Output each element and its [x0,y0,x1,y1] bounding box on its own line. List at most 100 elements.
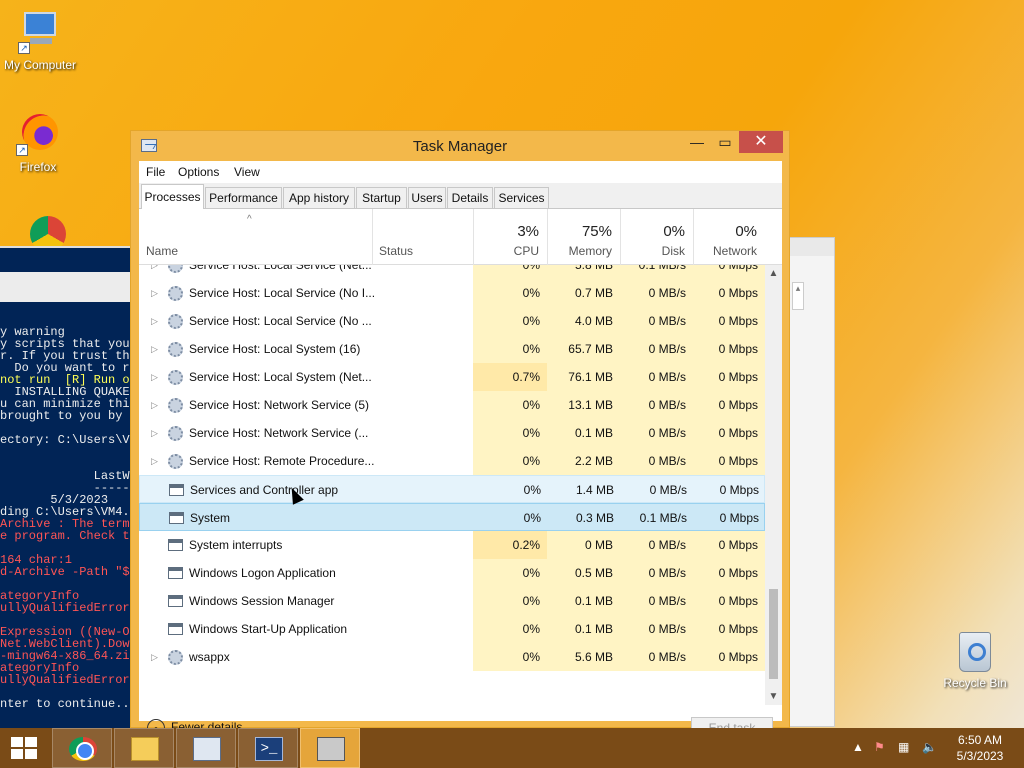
process-cpu: 0% [473,447,547,475]
process-cpu: 0.2% [473,531,547,559]
process-name: System [190,511,231,525]
process-row[interactable]: ▷ Service Host: Local Service (No ... 0% 4.… [139,307,765,335]
expand-chevron-icon[interactable]: ▷ [151,265,158,279]
scrollbar-thumb[interactable] [769,589,778,679]
process-network: 0 Mbps [693,307,765,335]
process-disk: 0 MB/s [620,615,693,643]
close-button[interactable]: ✕ [739,131,783,153]
tab-services[interactable]: Services [494,187,549,209]
menu-bar: File Options View [139,161,782,183]
expand-chevron-icon[interactable]: ▷ [151,391,158,419]
column-disk[interactable]: 0% Disk [620,209,693,265]
show-hidden-icons-icon[interactable]: ▲ [852,740,864,754]
column-name[interactable]: ^ Name [139,209,372,265]
process-row[interactable]: Windows Session Manager 0% 0.1 MB 0 MB/s 0 M… [139,587,765,615]
expand-chevron-icon[interactable]: ▷ [151,643,158,671]
menu-view[interactable]: View [234,165,260,179]
task-manager-window[interactable]: Task Manager — ▭ ✕ File Options View Pro… [130,130,790,739]
process-cpu: 0% [473,391,547,419]
process-memory: 2.2 MB [547,447,620,475]
process-network: 0 Mbps [693,335,765,363]
process-disk: 0 MB/s [620,307,693,335]
console-titlebar[interactable] [0,272,132,302]
process-memory: 1.4 MB [575,483,614,497]
process-disk: 0 MB/s [620,419,693,447]
scroll-down-icon[interactable]: ▼ [765,688,782,705]
process-row[interactable]: System interrupts 0.2% 0 MB 0 MB/s 0 Mbps [139,531,765,559]
process-row[interactable]: ▷ Service Host: Local System (16) 0% 65.7 M… [139,335,765,363]
process-cpu: 0% [473,307,547,335]
column-memory[interactable]: 75% Memory [547,209,620,265]
process-window-icon [169,512,184,524]
process-disk: 0 MB/s [620,559,693,587]
process-memory: 65.7 MB [547,335,620,363]
column-cpu[interactable]: 3% CPU [473,209,547,265]
process-network: 0 Mbps [693,265,765,279]
expand-chevron-icon[interactable]: ▷ [151,307,158,335]
network-icon[interactable]: ▦ [898,740,909,754]
process-list-scrollbar[interactable]: ▲ ▼ [765,265,782,705]
tab-performance[interactable]: Performance [205,187,282,209]
minimize-button[interactable]: — [683,131,711,153]
titlebar[interactable]: Task Manager — ▭ ✕ [131,131,789,161]
process-row[interactable]: Windows Start-Up Application 0% 0.1 MB 0 MB… [139,615,765,643]
scroll-up-icon[interactable]: ▲ [765,265,782,282]
menu-options[interactable]: Options [178,165,219,179]
disk-total-percent: 0% [663,223,685,240]
console-line: d-Archive -Path "$i [0,565,132,579]
desktop-icon-firefox[interactable]: ↗ Firefox [0,112,80,174]
menu-file[interactable]: File [146,165,165,179]
console-line: brought to you by m [0,409,132,423]
action-center-flag-icon[interactable]: ⚑ [874,740,885,754]
scroll-up-icon[interactable]: ▴ [792,282,804,310]
desktop-icon-my-computer[interactable]: ↗ My Computer [0,10,82,72]
powershell-console-window[interactable]: y warning y scripts that you t r. If you t… [0,246,132,730]
background-window-titlebar[interactable] [790,238,834,256]
tab-startup[interactable]: Startup [356,187,407,209]
expand-chevron-icon[interactable]: ▷ [151,335,158,363]
start-button[interactable] [0,728,50,768]
taskbar-file-explorer[interactable] [114,728,174,768]
tab-app-history[interactable]: App history [283,187,355,209]
expand-chevron-icon[interactable]: ▷ [151,447,158,475]
taskbar-task-manager[interactable] [176,728,236,768]
taskbar-chrome[interactable] [52,728,112,768]
process-row[interactable]: ▷ Service Host: Local System (Net... 0.7% 7… [139,363,765,391]
process-cpu: 0% [473,265,547,279]
process-name: Windows Start-Up Application [189,622,348,636]
process-window-icon [168,539,183,551]
expand-chevron-icon[interactable]: ▷ [151,363,158,391]
column-status[interactable]: Status [373,209,473,265]
process-memory: 5.8 MB [547,265,620,279]
process-row[interactable]: System 0% 0.3 MB 0.1 MB/s 0 Mbps [139,503,765,531]
process-row[interactable]: Windows Logon Application 0% 0.5 MB 0 MB/s 0… [139,559,765,587]
clock[interactable]: 6:50 AM 5/3/2023 [948,732,1012,764]
background-window[interactable]: ▴ [789,237,835,727]
maximize-button[interactable]: ▭ [711,131,739,153]
process-memory: 0.5 MB [547,559,620,587]
process-row[interactable]: Services and Controller app 0% 1.4 MB 0 MB/… [139,475,765,503]
process-row[interactable]: ▷ Service Host: Local Service (Net... 0% 5.… [139,265,765,279]
service-gear-icon [168,314,183,329]
expand-chevron-icon[interactable]: ▷ [151,279,158,307]
desktop-icon-recycle-bin[interactable]: Recycle Bin [940,632,1010,690]
process-memory: 0.1 MB [547,419,620,447]
tab-users[interactable]: Users [408,187,446,209]
process-row[interactable]: ▷ Service Host: Network Service (5) 0% 13.1… [139,391,765,419]
column-network[interactable]: 0% Network [693,209,765,265]
expand-chevron-icon[interactable]: ▷ [151,419,158,447]
taskbar-powershell[interactable]: >_ [238,728,298,768]
powershell-icon: >_ [255,737,283,761]
process-name: Windows Session Manager [189,594,335,608]
tab-processes[interactable]: Processes [141,184,204,210]
process-row[interactable]: ▷ Service Host: Network Service (... 0% 0.1… [139,419,765,447]
taskbar-printer[interactable] [300,728,360,768]
desktop-icon-label: My Computer [3,58,77,72]
process-window-icon [168,595,183,607]
process-row[interactable]: ▷ wsappx 0% 5.6 MB 0 MB/s 0 Mbps [139,643,765,671]
service-gear-icon [168,265,183,273]
tab-details[interactable]: Details [447,187,493,209]
process-row[interactable]: ▷ Service Host: Local Service (No I... 0% 0… [139,279,765,307]
process-row[interactable]: ▷ Service Host: Remote Procedure... 0% 2.2 … [139,447,765,475]
volume-muted-icon[interactable]: 🔈 [922,740,937,754]
